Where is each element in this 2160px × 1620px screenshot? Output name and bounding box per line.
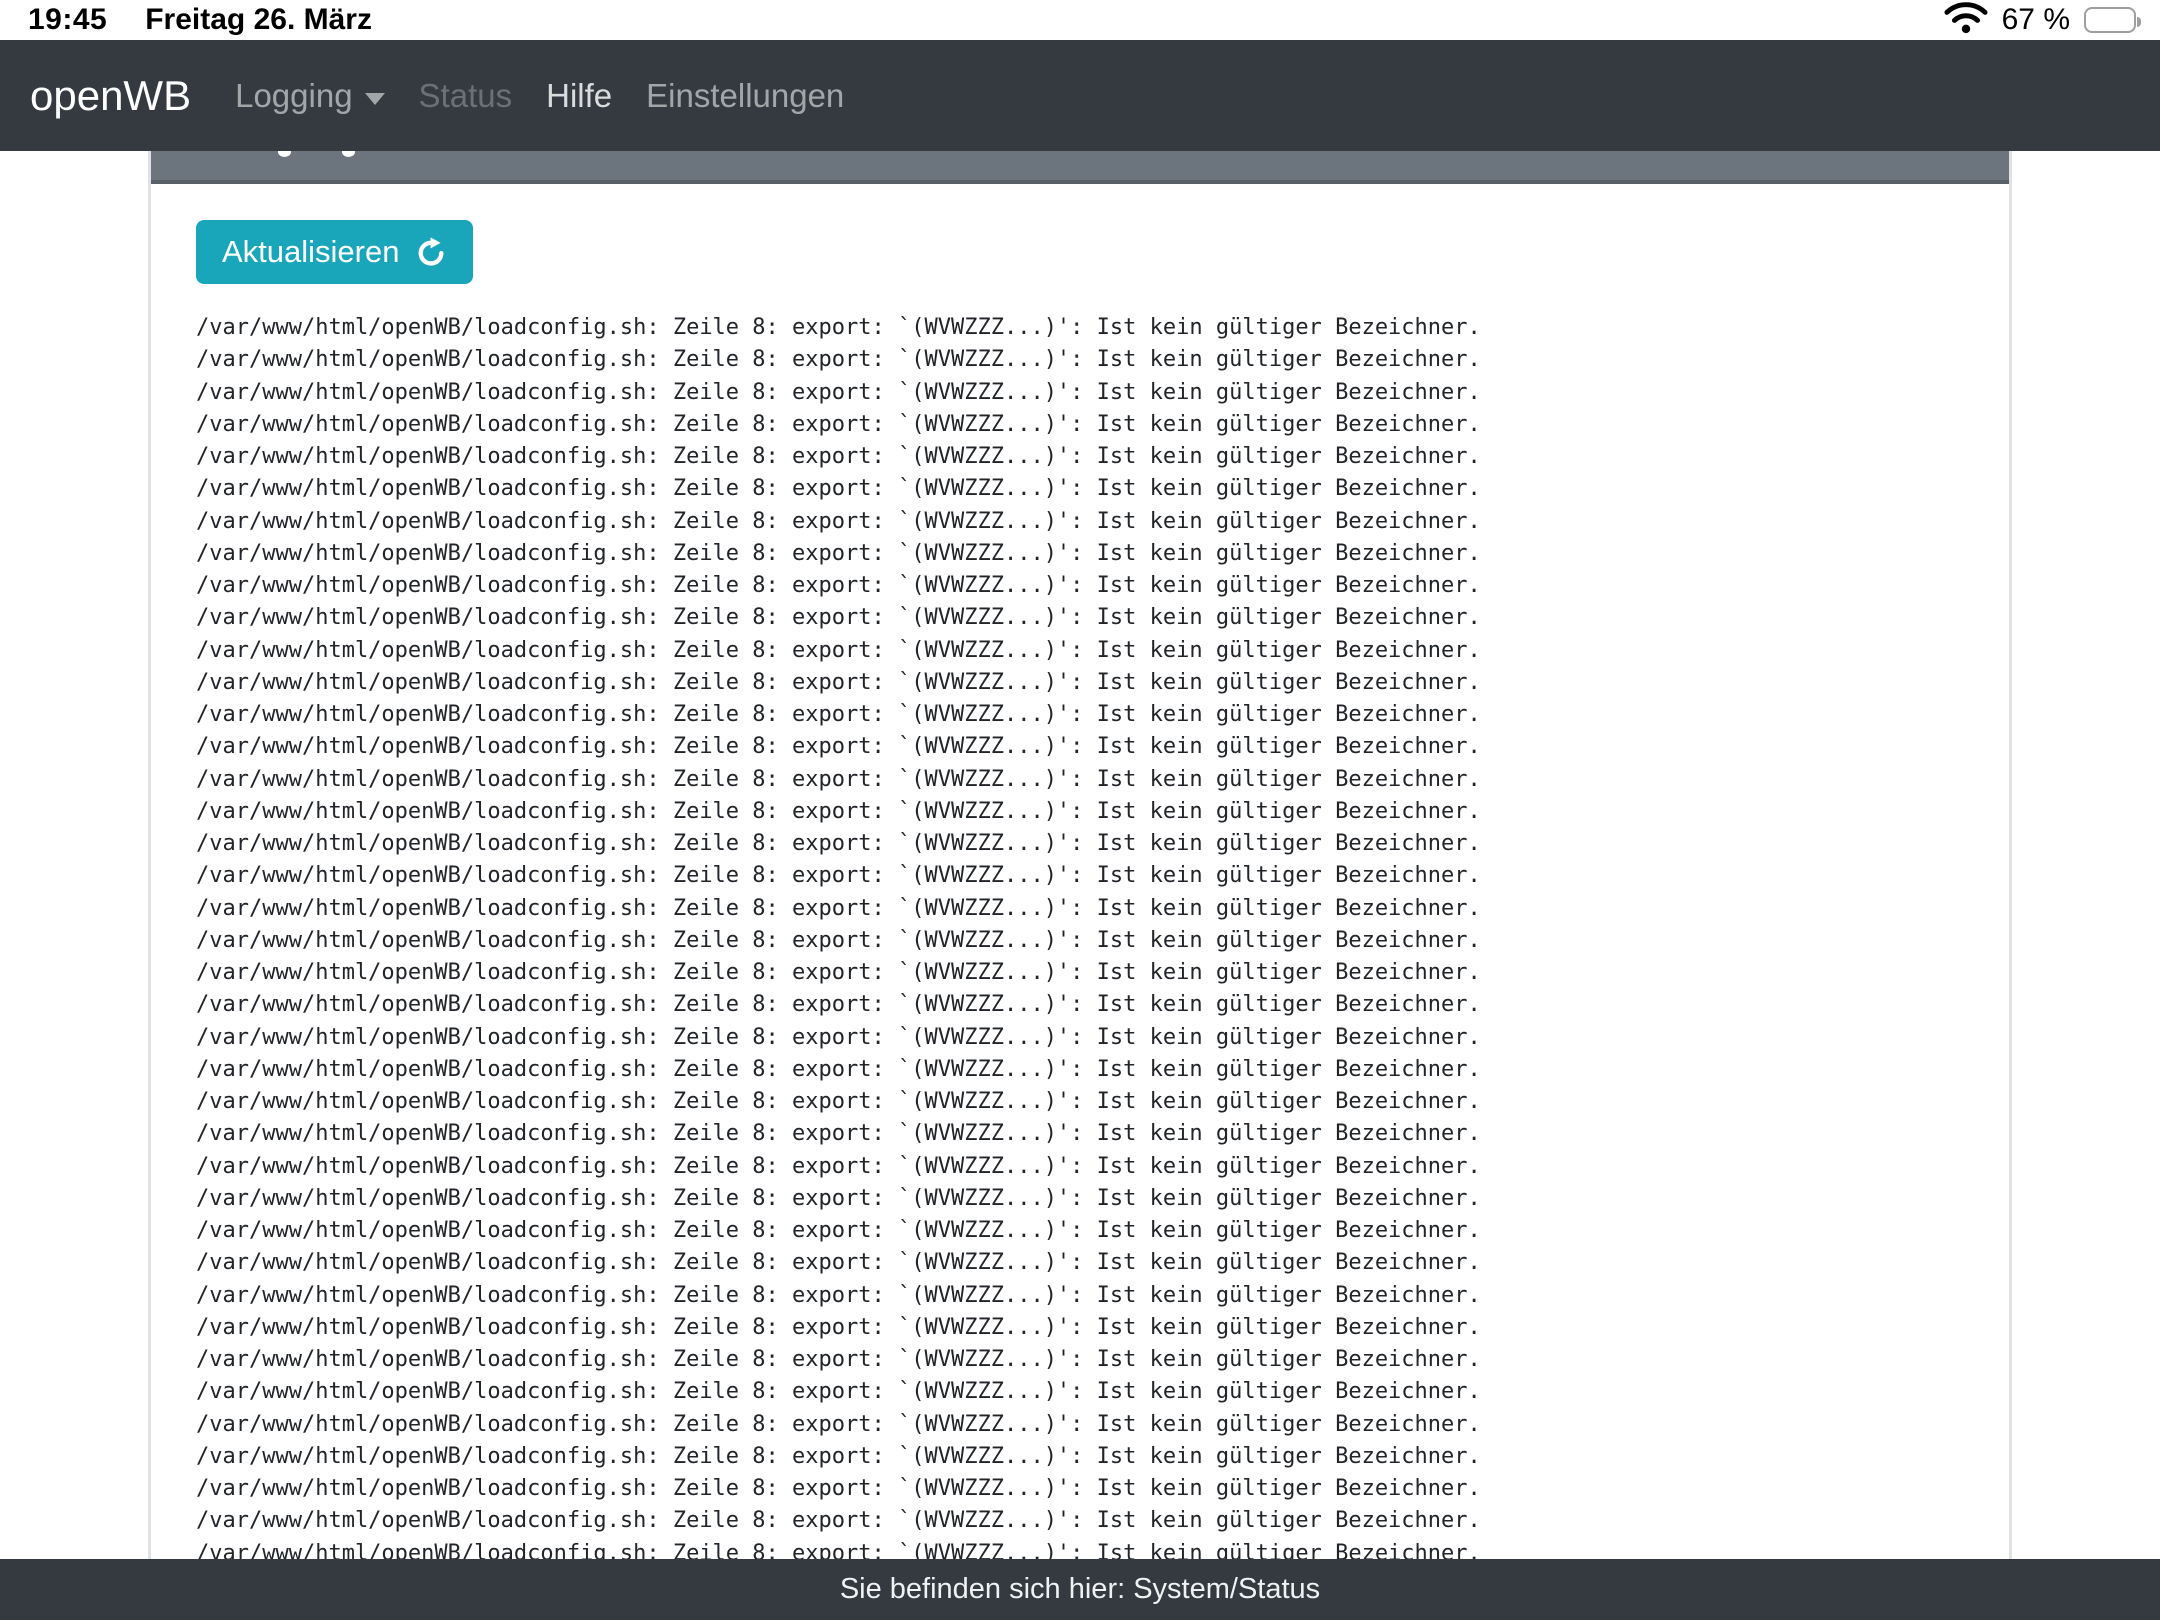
log-line: /var/www/html/openWB/loadconfig.sh: Zeil… [196,1280,2009,1312]
log-line: /var/www/html/openWB/loadconfig.sh: Zeil… [196,1441,2009,1473]
card-body: Aktualisieren /var/www/html/openWB/loadc… [151,184,2009,1570]
log-line: /var/www/html/openWB/loadconfig.sh: Zeil… [196,1344,2009,1376]
log-line: /var/www/html/openWB/loadconfig.sh: Zeil… [196,538,2009,570]
battery-icon [2084,7,2136,33]
log-line: /var/www/html/openWB/loadconfig.sh: Zeil… [196,1151,2009,1183]
log-line: /var/www/html/openWB/loadconfig.sh: Zeil… [196,828,2009,860]
chevron-down-icon [365,93,385,105]
log-line: /var/www/html/openWB/loadconfig.sh: Zeil… [196,602,2009,634]
log-line: /var/www/html/openWB/loadconfig.sh: Zeil… [196,1409,2009,1441]
log-line: /var/www/html/openWB/loadconfig.sh: Zeil… [196,1505,2009,1537]
wifi-icon [1944,1,1988,39]
log-line: /var/www/html/openWB/loadconfig.sh: Zeil… [196,1054,2009,1086]
log-line: /var/www/html/openWB/loadconfig.sh: Zeil… [196,409,2009,441]
log-line: /var/www/html/openWB/loadconfig.sh: Zeil… [196,1215,2009,1247]
nav-item-status[interactable]: Status [402,69,530,123]
brand-openwb[interactable]: openWB [30,72,191,120]
nav-item-logging[interactable]: Logging [235,69,401,123]
log-card: Aktualisieren /var/www/html/openWB/loadc… [148,151,2012,1620]
log-line: /var/www/html/openWB/loadconfig.sh: Zeil… [196,1086,2009,1118]
hidden-title-descender [278,151,291,157]
log-line: /var/www/html/openWB/loadconfig.sh: Zeil… [196,1312,2009,1344]
card-header [151,151,2009,184]
log-line: /var/www/html/openWB/loadconfig.sh: Zeil… [196,989,2009,1021]
log-line: /var/www/html/openWB/loadconfig.sh: Zeil… [196,312,2009,344]
ios-status-bar: 19:45 Freitag 26. März 67 % [0,0,2160,40]
log-line: /var/www/html/openWB/loadconfig.sh: Zeil… [196,344,2009,376]
log-line: /var/www/html/openWB/loadconfig.sh: Zeil… [196,1376,2009,1408]
log-output: /var/www/html/openWB/loadconfig.sh: Zeil… [196,312,2009,1570]
breadcrumb-footer: Sie befinden sich hier: System/Status [0,1559,2160,1620]
navbar: openWB Logging Status Hilfe Einstellunge… [0,40,2160,151]
battery-percent: 67 % [2002,3,2070,37]
log-line: /var/www/html/openWB/loadconfig.sh: Zeil… [196,925,2009,957]
clock: 19:45 [28,3,107,37]
log-line: /var/www/html/openWB/loadconfig.sh: Zeil… [196,893,2009,925]
nav-item-hilfe[interactable]: Hilfe [529,69,629,123]
refresh-button[interactable]: Aktualisieren [196,220,473,284]
log-line: /var/www/html/openWB/loadconfig.sh: Zeil… [196,506,2009,538]
refresh-icon [415,236,447,268]
log-line: /var/www/html/openWB/loadconfig.sh: Zeil… [196,957,2009,989]
log-line: /var/www/html/openWB/loadconfig.sh: Zeil… [196,764,2009,796]
log-line: /var/www/html/openWB/loadconfig.sh: Zeil… [196,635,2009,667]
log-line: /var/www/html/openWB/loadconfig.sh: Zeil… [196,1022,2009,1054]
log-line: /var/www/html/openWB/loadconfig.sh: Zeil… [196,1473,2009,1505]
log-line: /var/www/html/openWB/loadconfig.sh: Zeil… [196,796,2009,828]
log-line: /var/www/html/openWB/loadconfig.sh: Zeil… [196,441,2009,473]
log-line: /var/www/html/openWB/loadconfig.sh: Zeil… [196,667,2009,699]
nav-menu: Logging Status Hilfe Einstellungen [235,69,861,123]
log-line: /var/www/html/openWB/loadconfig.sh: Zeil… [196,731,2009,763]
log-line: /var/www/html/openWB/loadconfig.sh: Zeil… [196,699,2009,731]
hidden-title-descender [342,151,355,157]
log-line: /var/www/html/openWB/loadconfig.sh: Zeil… [196,473,2009,505]
breadcrumb: Sie befinden sich hier: System/Status [840,1573,1320,1606]
nav-item-einstellungen[interactable]: Einstellungen [629,69,861,123]
log-line: /var/www/html/openWB/loadconfig.sh: Zeil… [196,860,2009,892]
refresh-button-label: Aktualisieren [222,234,399,270]
log-line: /var/www/html/openWB/loadconfig.sh: Zeil… [196,377,2009,409]
log-line: /var/www/html/openWB/loadconfig.sh: Zeil… [196,1183,2009,1215]
date: Freitag 26. März [145,3,372,37]
log-line: /var/www/html/openWB/loadconfig.sh: Zeil… [196,1118,2009,1150]
log-line: /var/www/html/openWB/loadconfig.sh: Zeil… [196,1247,2009,1279]
log-line: /var/www/html/openWB/loadconfig.sh: Zeil… [196,570,2009,602]
